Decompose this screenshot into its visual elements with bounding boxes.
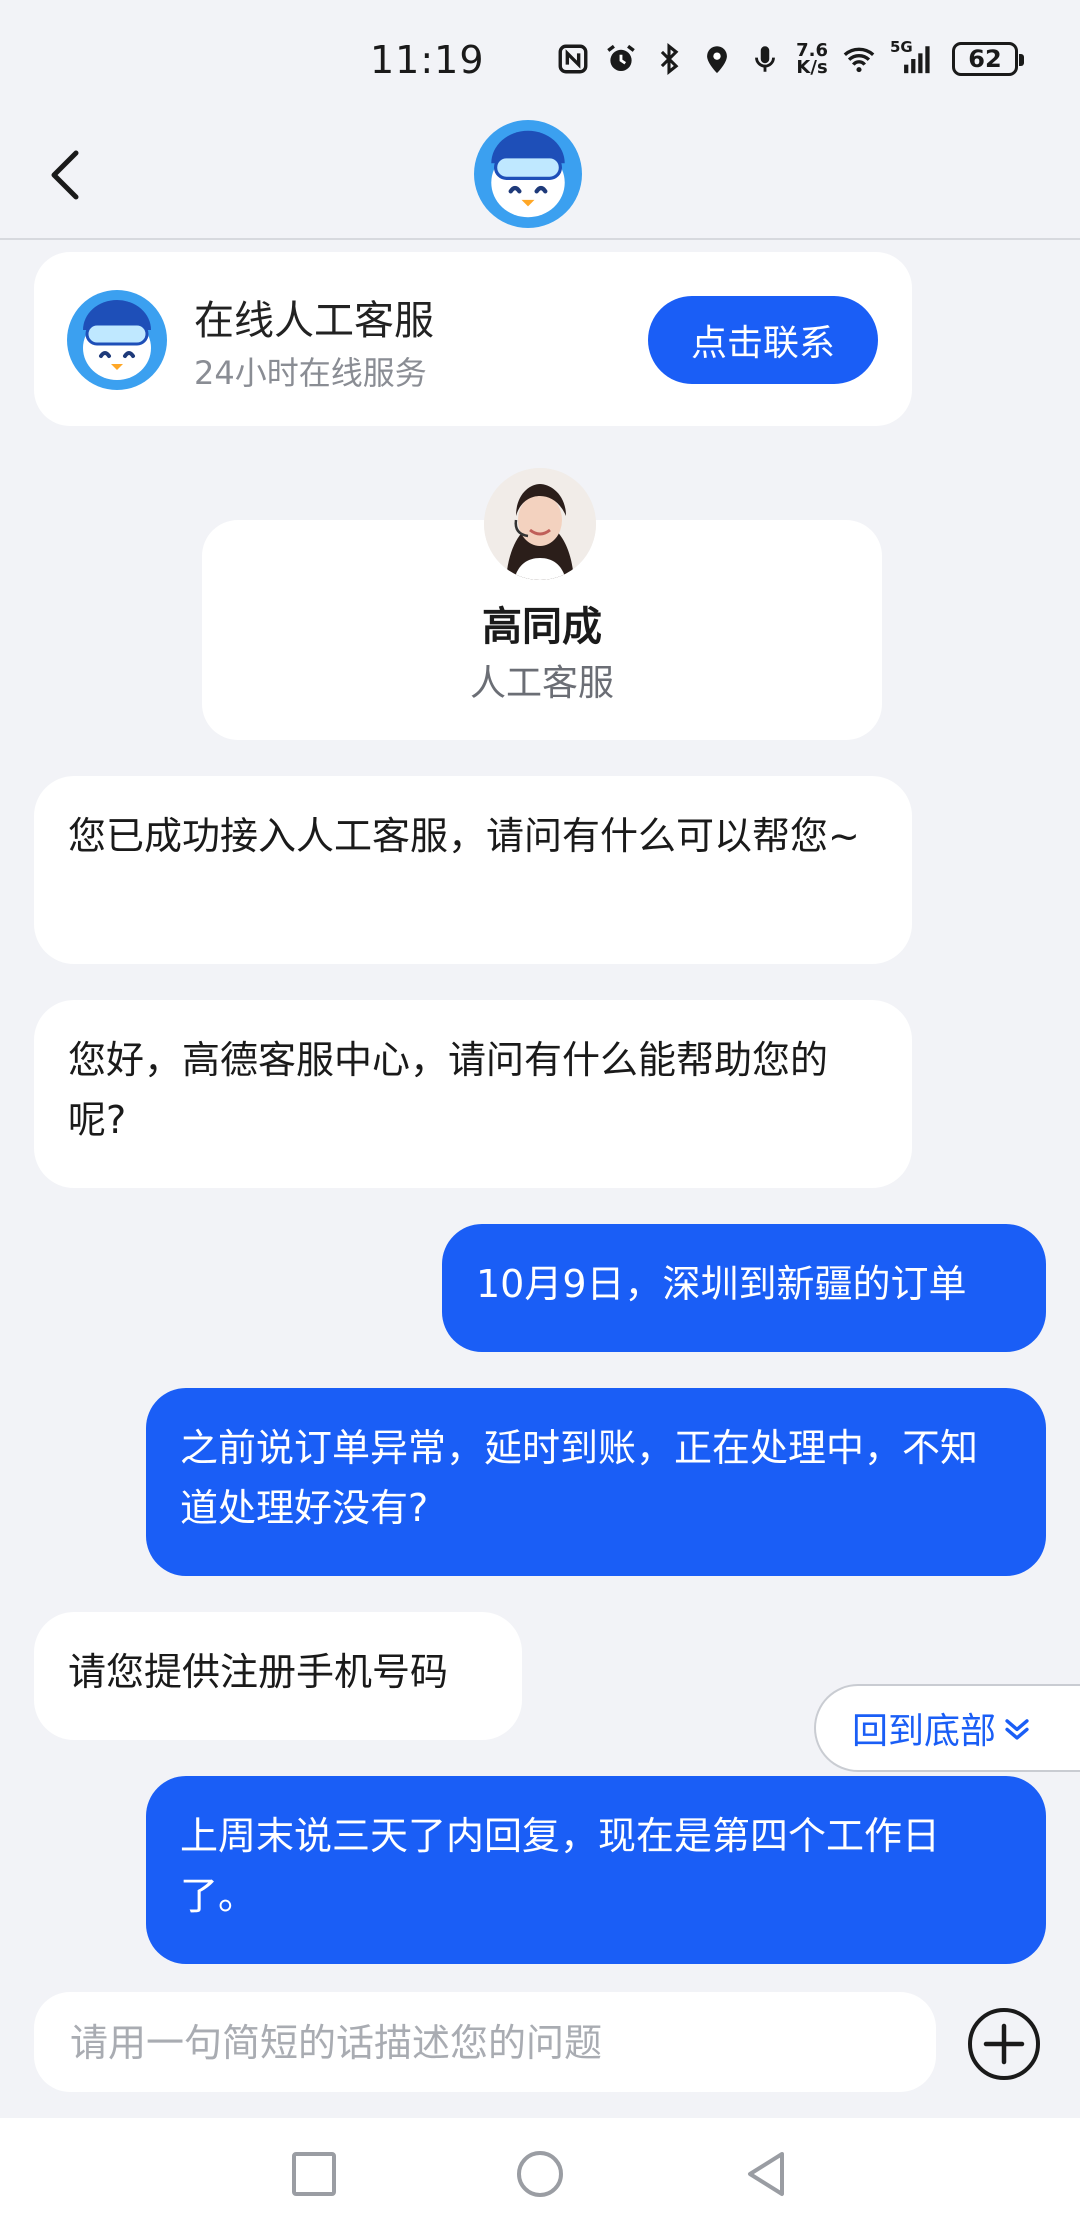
- contact-button[interactable]: 点击联系: [648, 296, 878, 384]
- alarm-icon: [604, 42, 638, 76]
- back-button[interactable]: [36, 145, 96, 205]
- agent-role: 人工客服: [469, 663, 614, 704]
- message-bubble-user: 上周末说三天了内回复，现在是第四个工作日了。: [146, 1776, 1046, 1964]
- bluetooth-icon: [652, 42, 686, 76]
- scroll-to-bottom-label: 回到底部: [852, 1711, 997, 1752]
- service-subtitle: 24小时在线服务: [194, 354, 427, 392]
- recent-apps-icon[interactable]: [288, 2148, 340, 2200]
- agent-name: 高同成: [482, 604, 602, 650]
- cellular-signal-icon: 5G: [890, 38, 938, 76]
- status-time: 11:19: [370, 38, 485, 82]
- nfc-icon: [556, 42, 590, 76]
- message-bubble-user: 10月9日，深圳到新疆的订单: [442, 1224, 1046, 1352]
- microphone-icon: [748, 42, 782, 76]
- agent-avatar: [484, 468, 596, 580]
- status-icons: 7.6 K/s 5G 62: [556, 38, 1024, 78]
- message-bubble-agent: 您好，高德客服中心，请问有什么能帮助您的呢?: [34, 1000, 912, 1188]
- message-bubble-agent: 您已成功接入人工客服，请问有什么可以帮您~: [34, 776, 912, 964]
- message-input-bar: [34, 1992, 936, 2094]
- scroll-to-bottom-button[interactable]: 回到底部: [814, 1684, 1080, 1772]
- system-nav-bar: [0, 2118, 1080, 2228]
- message-bubble-user: 之前说订单异常，延时到账，正在处理中，不知道处理好没有?: [146, 1388, 1046, 1576]
- network-type: 5G: [890, 38, 913, 56]
- wifi-icon: [842, 42, 876, 76]
- location-icon: [700, 42, 734, 76]
- service-title: 在线人工客服: [194, 298, 434, 344]
- network-speed: 7.6 K/s: [796, 40, 828, 78]
- status-bar: 11:19 7.6 K/s 5G 62: [0, 0, 1080, 120]
- battery-icon: 62: [952, 42, 1024, 76]
- chevron-left-icon: [51, 150, 79, 200]
- home-icon[interactable]: [514, 2148, 566, 2200]
- penguin-mascot-icon: [474, 120, 582, 228]
- add-plus-icon[interactable]: [966, 2006, 1042, 2082]
- battery-level: 62: [968, 45, 1002, 73]
- app-header: [0, 120, 1080, 240]
- message-bubble-agent: 请您提供注册手机号码: [34, 1612, 522, 1740]
- online-service-card: 在线人工客服 24小时在线服务 点击联系: [34, 252, 912, 426]
- double-chevron-down-icon: [1005, 1719, 1029, 1740]
- message-input[interactable]: [68, 1992, 892, 2094]
- back-triangle-icon[interactable]: [740, 2148, 792, 2200]
- chat-screen: 11:19 7.6 K/s 5G 62 在线人工客服 24小时在线服务 点击联系…: [0, 0, 1080, 2228]
- penguin-mascot-icon: [67, 290, 167, 390]
